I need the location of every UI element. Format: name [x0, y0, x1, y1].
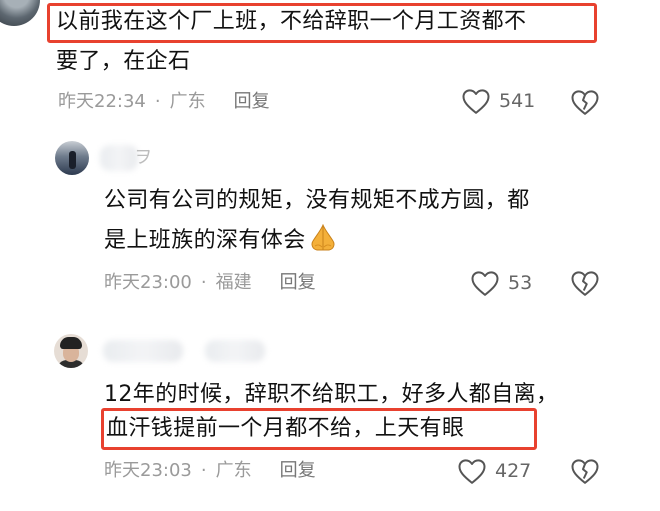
comment-location: 福建	[215, 272, 252, 293]
like-button[interactable]: 53	[470, 269, 532, 297]
username-blurred	[205, 340, 265, 362]
separator: ·	[200, 460, 207, 481]
heart-outline-icon	[470, 269, 500, 297]
heart-outline-icon	[457, 457, 487, 485]
comment-time: 昨天23:03	[104, 460, 192, 481]
reply-button[interactable]: 回复	[234, 91, 270, 113]
dislike-button[interactable]	[570, 269, 600, 297]
comment-meta: 昨天23:03 · 广东 回复	[104, 460, 316, 482]
avatar[interactable]	[54, 334, 88, 368]
dislike-button[interactable]	[570, 457, 600, 485]
comment-meta: 昨天23:00 · 福建 回复	[104, 272, 316, 294]
broken-heart-icon	[570, 457, 600, 485]
dislike-button[interactable]	[570, 88, 600, 116]
reply-button[interactable]: 回复	[280, 272, 316, 294]
broken-heart-icon	[570, 269, 600, 297]
pressed-hands-emoji	[308, 223, 338, 264]
comment-location: 广东	[169, 91, 206, 112]
comment-time: 昨天23:00	[104, 272, 192, 293]
comment-text-line: 血汗钱提前一个月都不给，上天有眼	[106, 416, 465, 441]
heart-outline-icon	[461, 87, 491, 115]
username-blurred[interactable]	[103, 340, 183, 362]
like-button[interactable]: 541	[461, 87, 535, 115]
like-count: 541	[499, 90, 536, 112]
avatar[interactable]	[55, 141, 89, 175]
separator: ·	[154, 91, 161, 112]
comment-text-line: 以前我在这个厂上班，不给辞职一个月工资都不	[56, 9, 527, 34]
username-blurred[interactable]	[100, 145, 138, 171]
reply-button[interactable]: 回复	[280, 460, 316, 482]
like-count: 427	[495, 460, 532, 482]
comment-text: 是上班族的深有体会	[104, 228, 306, 253]
comment-time: 昨天22:34	[58, 91, 146, 112]
comment-text-line: 要了，在企石	[56, 49, 191, 74]
like-count: 53	[508, 272, 533, 294]
username-fragment: ヲ	[134, 147, 152, 168]
comment-meta: 昨天22:34 · 广东 回复	[58, 91, 270, 113]
broken-heart-icon	[570, 88, 600, 116]
comment-text-line: 是上班族的深有体会	[104, 223, 338, 264]
separator: ·	[200, 272, 207, 293]
comment-text-line: 公司有公司的规矩，没有规矩不成方圆，都	[104, 188, 530, 213]
like-button[interactable]: 427	[457, 457, 531, 485]
comment-location: 广东	[215, 460, 252, 481]
avatar[interactable]	[0, 0, 40, 26]
